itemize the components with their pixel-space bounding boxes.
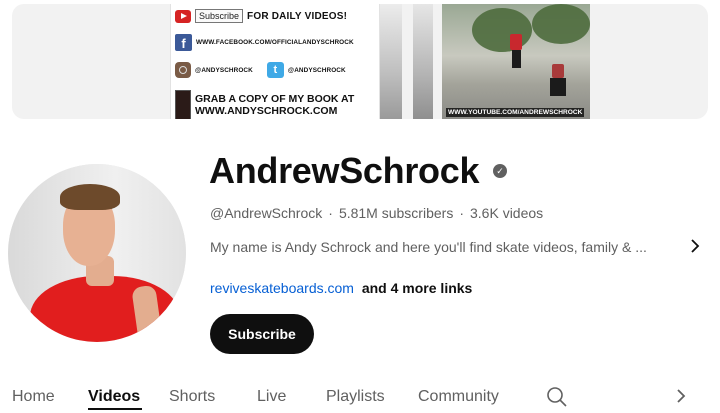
avatar[interactable] [8,164,186,342]
chevron-right-icon[interactable] [689,237,701,260]
active-tab-indicator [88,408,142,410]
subscriber-count: 5.81M subscribers [338,205,454,221]
tab-live[interactable]: Live [257,388,286,406]
tab-community[interactable]: Community [418,388,499,406]
tab-shorts[interactable]: Shorts [169,388,215,406]
channel-name: AndrewSchrock [209,150,480,191]
verified-check-icon: ✓ [493,164,507,178]
skater-figure [510,34,522,50]
channel-meta: @AndrewSchrock · 5.81M subscribers · 3.6K vi… [210,205,544,221]
banner-subscribe-box: Subscribe [195,9,244,23]
channel-description[interactable]: My name is Andy Schrock and here you'll … [210,239,680,255]
search-icon[interactable] [546,386,568,408]
banner-book-line2: WWW.ANDYSCHROCK.COM [195,105,338,117]
banner-photo-url: WWW.YOUTUBE.COM/ANDREWSCHROCK [446,108,585,117]
banner-facebook-url: WWW.FACEBOOK.COM/OFFICIALANDYSCHROCK [196,39,354,46]
tab-videos[interactable]: Videos [88,388,140,406]
chevron-right-icon[interactable] [675,386,687,412]
youtube-logo-icon [175,9,191,23]
channel-links: reviveskateboards.com and 4 more links [210,280,472,296]
skater-figure [552,64,564,78]
instagram-icon [175,62,191,78]
more-links[interactable]: and 4 more links [362,280,472,296]
video-count: 3.6K videos [470,205,544,221]
twitter-icon: t [266,62,284,78]
banner-photo-strip [413,4,433,119]
banner-photo-strip [380,4,402,119]
tab-playlists[interactable]: Playlists [326,388,385,406]
banner-book-line1: GRAB A COPY OF MY BOOK AT [195,93,355,105]
channel-tabs: Home Videos Shorts Live Playlists Commun… [0,378,720,412]
channel-banner: Subscribe FOR DAILY VIDEOS! f WWW.FACEBO… [12,4,708,119]
banner-info-card: Subscribe FOR DAILY VIDEOS! f WWW.FACEBO… [170,4,380,119]
banner-facebook-row: f WWW.FACEBOOK.COM/OFFICIALANDYSCHROCK [175,34,354,51]
banner-skate-photo: WWW.YOUTUBE.COM/ANDREWSCHROCK [442,4,590,119]
banner-social-row: @ANDYSCHROCK t @ANDYSCHROCK [175,62,346,78]
banner-instagram-handle: @ANDYSCHROCK [195,66,253,74]
facebook-icon: f [175,34,192,51]
book-icon [175,90,191,119]
channel-link[interactable]: reviveskateboards.com [210,280,354,296]
banner-subscribe-row: Subscribe FOR DAILY VIDEOS! [175,9,347,23]
channel-handle: @AndrewSchrock [210,205,323,221]
banner-daily-videos: FOR DAILY VIDEOS! [247,10,348,22]
subscribe-button[interactable]: Subscribe [210,314,314,354]
banner-twitter-handle: @ANDYSCHROCK [287,66,346,74]
tab-home[interactable]: Home [12,388,55,406]
banner-book-row: GRAB A COPY OF MY BOOK AT WWW.ANDYSCHROC… [175,90,354,119]
